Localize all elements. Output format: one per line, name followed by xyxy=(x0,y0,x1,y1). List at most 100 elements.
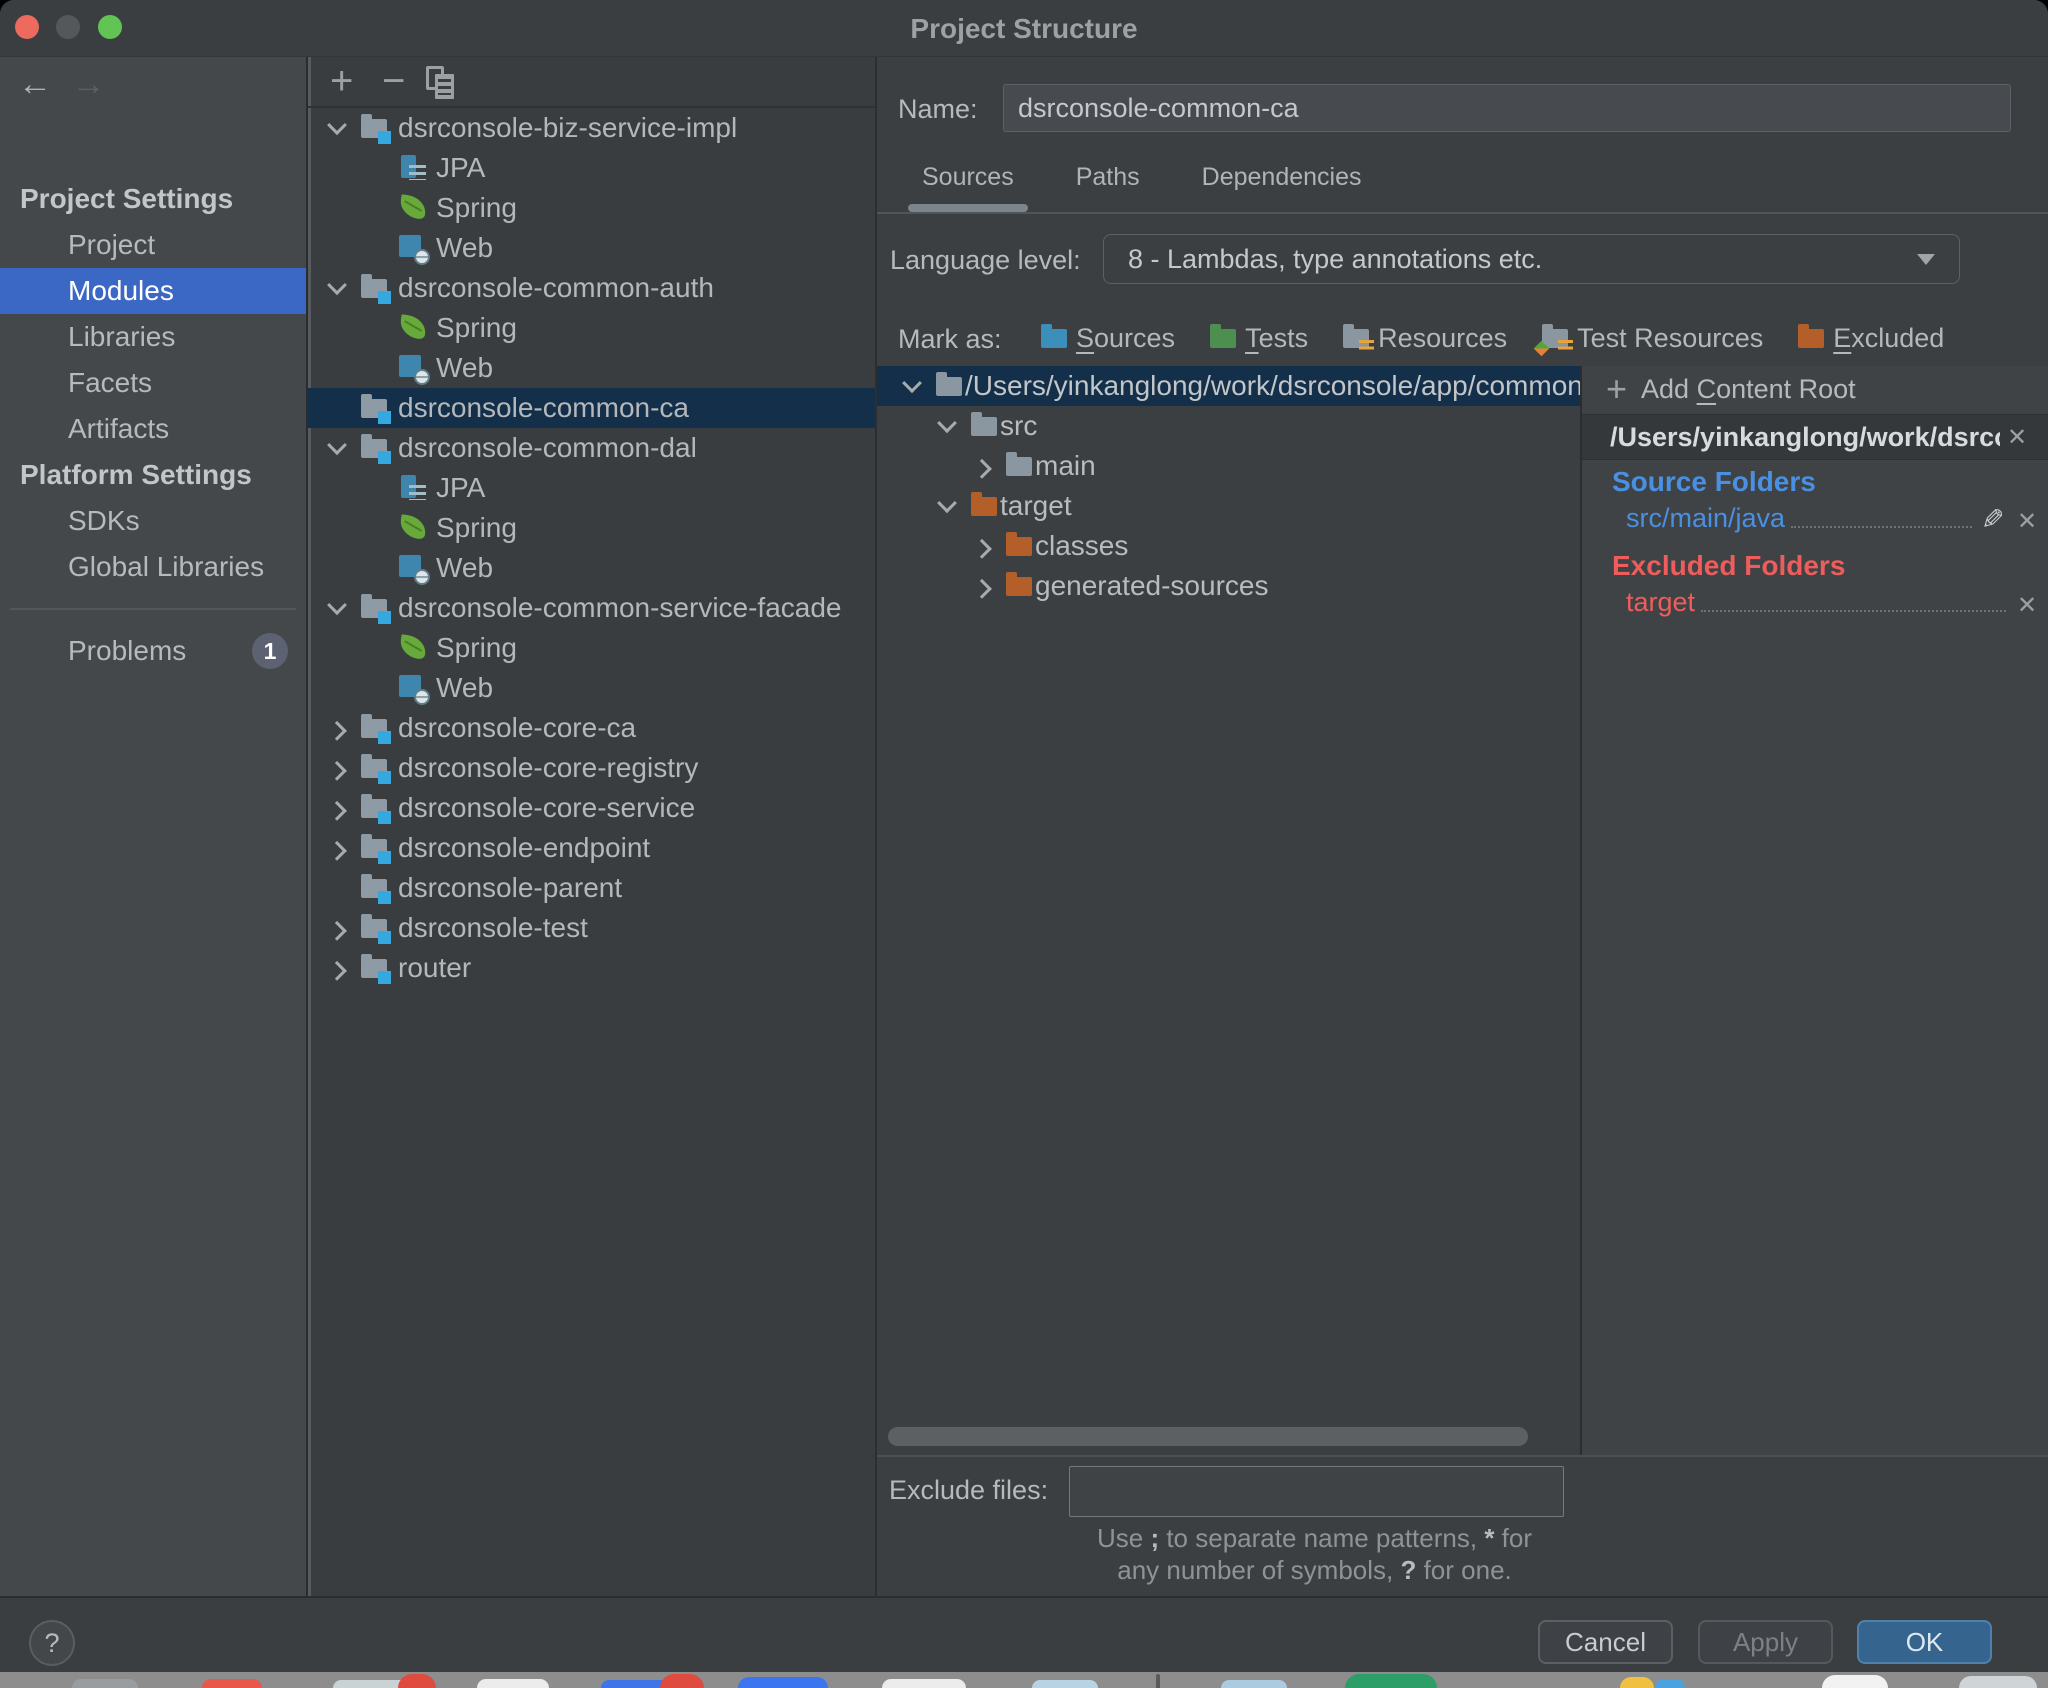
module-tree-item[interactable]: dsrconsole-endpoint xyxy=(308,828,875,868)
dock-app-icon[interactable] xyxy=(1345,1674,1437,1688)
source-folder-item[interactable]: src/main/java xyxy=(1626,500,2044,536)
sidebar-item-project[interactable]: Project xyxy=(0,222,306,268)
module-tree-item[interactable]: router xyxy=(308,948,875,988)
chevron-down-icon xyxy=(1917,254,1935,265)
module-tree-item[interactable]: dsrconsole-core-ca xyxy=(308,708,875,748)
dock-app-icon[interactable] xyxy=(477,1679,549,1688)
sidebar-list: Project SettingsProjectModulesLibrariesF… xyxy=(0,176,306,674)
add-module-icon[interactable] xyxy=(330,57,353,108)
mark-as-resources[interactable]: Resources xyxy=(1334,323,1507,354)
content-tree-item[interactable]: target xyxy=(877,486,1580,526)
mark-as-test-resources[interactable]: Test Resources xyxy=(1533,323,1763,354)
module-tree-item[interactable]: dsrconsole-common-service-facade xyxy=(308,588,875,628)
module-tree-item[interactable]: Spring xyxy=(308,308,875,348)
module-tree-item[interactable]: Web xyxy=(308,228,875,268)
module-icon xyxy=(360,713,390,743)
add-content-root-button[interactable]: + Add Content Root xyxy=(1582,366,2048,412)
dock-app-icon[interactable] xyxy=(1959,1676,2037,1688)
horizontal-scrollbar[interactable] xyxy=(888,1427,1528,1446)
orange-folder-icon xyxy=(970,491,1000,521)
chevron-down-icon xyxy=(322,593,352,623)
dock-app-icon[interactable] xyxy=(1655,1679,1685,1688)
module-tree-item[interactable]: dsrconsole-biz-service-impl xyxy=(308,108,875,148)
dock-app-icon[interactable] xyxy=(1620,1677,1654,1688)
module-icon xyxy=(360,833,390,863)
dialog-footer: ? Cancel Apply OK xyxy=(0,1596,2048,1672)
dock-app-icon[interactable] xyxy=(1156,1674,1160,1688)
sidebar-item-libraries[interactable]: Libraries xyxy=(0,314,306,360)
mark-as-excluded[interactable]: Excluded xyxy=(1789,323,1944,354)
remove-source-folder-icon[interactable] xyxy=(2010,507,2044,536)
module-tree-item[interactable]: JPA xyxy=(308,468,875,508)
sidebar-item-sdks[interactable]: SDKs xyxy=(0,498,306,544)
dock-app-icon[interactable] xyxy=(398,1674,436,1688)
dock-app-icon[interactable] xyxy=(1221,1680,1287,1688)
remove-content-root-icon[interactable] xyxy=(2000,423,2034,452)
mark-as-label: Mark as: xyxy=(898,324,1002,355)
module-tree-item[interactable]: Spring xyxy=(308,188,875,228)
project-structure-dialog: Project Structure Project SettingsProjec… xyxy=(0,0,2048,1672)
copy-module-icon[interactable] xyxy=(426,66,458,100)
remove-module-icon[interactable] xyxy=(382,57,405,108)
edit-icon[interactable] xyxy=(1976,503,2010,536)
module-tree-item[interactable]: Web xyxy=(308,668,875,708)
content-tree-item[interactable]: src xyxy=(877,406,1580,446)
cancel-button[interactable]: Cancel xyxy=(1538,1620,1673,1664)
exclude-files-input[interactable] xyxy=(1069,1466,1564,1517)
module-tree-item[interactable]: dsrconsole-parent xyxy=(308,868,875,908)
plus-icon: + xyxy=(1606,369,1627,409)
tab-dependencies[interactable]: Dependencies xyxy=(1202,159,1362,196)
dock-app-icon[interactable] xyxy=(72,1679,138,1688)
mark-as-tests[interactable]: Tests xyxy=(1201,323,1308,354)
sidebar-item-global-libraries[interactable]: Global Libraries xyxy=(0,544,306,590)
module-tree-item[interactable]: Spring xyxy=(308,508,875,548)
dock-app-icon[interactable] xyxy=(1822,1675,1888,1688)
module-tree-item[interactable]: dsrconsole-common-ca xyxy=(308,388,875,428)
module-tree-item[interactable]: Web xyxy=(308,548,875,588)
language-level-value: 8 - Lambdas, type annotations etc. xyxy=(1128,244,1542,275)
language-level-dropdown[interactable]: 8 - Lambdas, type annotations etc. xyxy=(1103,234,1960,284)
tab-paths[interactable]: Paths xyxy=(1076,159,1140,196)
dock-app-icon[interactable] xyxy=(660,1674,704,1688)
back-icon[interactable] xyxy=(18,65,62,104)
dock-app-icon[interactable] xyxy=(1032,1680,1098,1688)
sidebar-item-facets[interactable]: Facets xyxy=(0,360,306,406)
dock-app-icon[interactable] xyxy=(202,1679,262,1688)
chevron-spacer xyxy=(360,193,390,223)
content-tree-item[interactable]: main xyxy=(877,446,1580,486)
ok-button[interactable]: OK xyxy=(1857,1620,1992,1664)
module-name-input[interactable] xyxy=(1003,84,2011,132)
gray-folder-icon xyxy=(970,411,1000,441)
content-tree-item[interactable]: generated-sources xyxy=(877,566,1580,606)
forward-icon[interactable] xyxy=(71,65,115,104)
window-title: Project Structure xyxy=(0,0,2048,57)
module-tree-item[interactable]: JPA xyxy=(308,148,875,188)
module-tree-item[interactable]: dsrconsole-common-auth xyxy=(308,268,875,308)
chevron-down-icon xyxy=(897,371,927,401)
mark-as-sources[interactable]: Sources xyxy=(1032,323,1175,354)
apply-button[interactable]: Apply xyxy=(1698,1620,1833,1664)
chevron-right-icon xyxy=(967,531,997,561)
sidebar-item-artifacts[interactable]: Artifacts xyxy=(0,406,306,452)
module-tree-item[interactable]: dsrconsole-core-service xyxy=(308,788,875,828)
dock-app-icon[interactable] xyxy=(882,1679,966,1688)
chevron-spacer xyxy=(360,633,390,663)
content-root-path: /Users/yinkanglong/work/dsrco xyxy=(1610,422,2000,453)
chevron-spacer xyxy=(360,473,390,503)
excluded-folder-item[interactable]: target xyxy=(1626,584,2044,620)
sidebar-item-problems[interactable]: Problems1 xyxy=(0,628,306,674)
remove-excluded-folder-icon[interactable] xyxy=(2010,591,2044,620)
tab-sources[interactable]: Sources xyxy=(922,159,1014,196)
module-tree-item[interactable]: Spring xyxy=(308,628,875,668)
help-button[interactable]: ? xyxy=(29,1620,75,1666)
sidebar-item-modules[interactable]: Modules xyxy=(0,268,306,314)
module-tree-item[interactable]: dsrconsole-common-dal xyxy=(308,428,875,468)
module-tree-item[interactable]: dsrconsole-core-registry xyxy=(308,748,875,788)
content-tree-item[interactable]: classes xyxy=(877,526,1580,566)
content-root-path-row[interactable]: /Users/yinkanglong/work/dsrco xyxy=(1582,414,2048,460)
module-tree-item[interactable]: dsrconsole-test xyxy=(308,908,875,948)
content-tree-item[interactable]: /Users/yinkanglong/work/dsrconsole/app/c… xyxy=(877,366,1580,406)
module-icon xyxy=(360,953,390,983)
module-tree-item[interactable]: Web xyxy=(308,348,875,388)
dock-app-icon[interactable] xyxy=(738,1677,828,1688)
